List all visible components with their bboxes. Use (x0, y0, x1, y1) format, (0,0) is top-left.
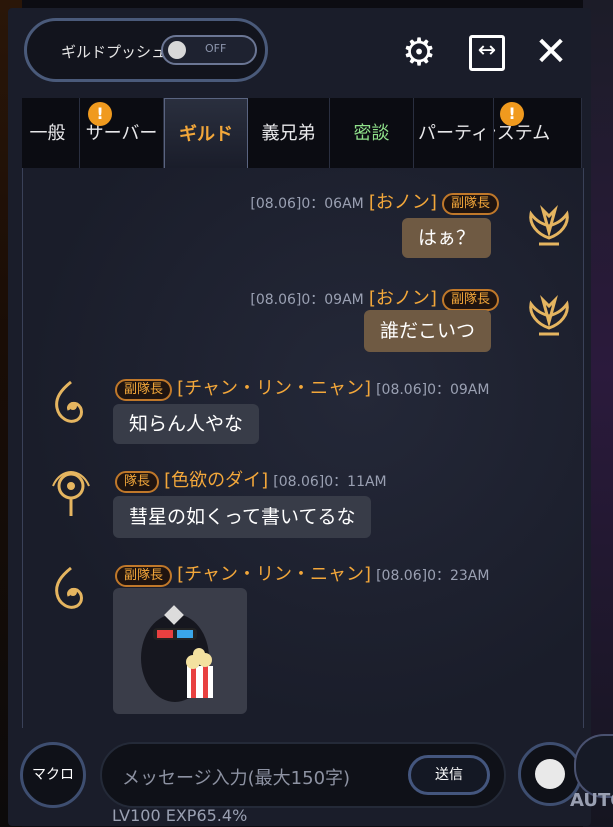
close-icon[interactable]: ✕ (532, 32, 570, 72)
rank-badge: 副隊長 (441, 192, 499, 215)
message-timestamp: [08.06]0：06AM (250, 196, 364, 212)
tab-system[interactable]: システム ! (494, 98, 582, 168)
macro-button[interactable]: マクロ (20, 742, 86, 808)
message-timestamp: [08.06]0：09AM (376, 382, 490, 398)
sender-name[interactable]: [おノン] (369, 288, 437, 309)
tab-guild[interactable]: ギルド (164, 98, 248, 168)
message-header: 副隊長 [チャン・リン・ニャン] [08.06]0：23AM (115, 560, 489, 587)
level-exp-text: LV100 EXP65.4% (112, 806, 248, 825)
sender-name[interactable]: [チャン・リン・ニャン] (177, 564, 371, 585)
rank-badge: 隊長 (115, 470, 160, 493)
gear-icon[interactable]: ⚙ (400, 33, 438, 71)
message-header: [08.06]0：09AM [おノン] 副隊長 (250, 284, 499, 311)
tab-label: 義兄弟 (261, 123, 316, 144)
popcorn-character-sticker (141, 605, 213, 702)
message-header: 副隊長 [チャン・リン・ニャン] [08.06]0：09AM (115, 374, 489, 401)
auto-label: AUTO (570, 790, 613, 811)
chat-tab-bar: 一般 サーバー ! ギルド 義兄弟 密談 パーティ システム ! (22, 98, 582, 169)
tab-label: サーバー (85, 123, 158, 144)
message-header: 隊長 [色欲のダイ] [08.06]0：11AM (115, 466, 387, 493)
tab-party[interactable]: パーティ (414, 98, 494, 168)
tab-sworn-siblings[interactable]: 義兄弟 (248, 98, 330, 168)
tab-label: システム (494, 123, 551, 144)
toggle-knob (168, 41, 186, 59)
message-timestamp: [08.06]0：09AM (250, 292, 364, 308)
tab-label: ギルド (179, 124, 233, 145)
sender-name[interactable]: [色欲のダイ] (164, 470, 268, 491)
guild-push-toggle[interactable]: OFF (161, 35, 257, 65)
member-avatar[interactable] (43, 562, 99, 618)
tab-label: 密談 (353, 123, 390, 144)
expand-horizontal-icon[interactable]: ↔ (469, 35, 505, 71)
guild-emblem-avatar (529, 204, 569, 246)
rank-badge: 副隊長 (115, 378, 173, 401)
message-timestamp: [08.06]0：11AM (273, 474, 387, 490)
rank-badge: 副隊長 (441, 288, 499, 311)
message-input-placeholder: メッセージ入力(最大150字) (122, 768, 351, 789)
member-avatar[interactable] (43, 464, 99, 520)
message-bubble: 彗星の如くって書いてるな (113, 496, 372, 538)
tab-general[interactable]: 一般 (22, 98, 80, 168)
emoji-face-icon (535, 759, 565, 789)
sender-name[interactable]: [おノン] (369, 192, 437, 213)
member-avatar[interactable] (43, 376, 99, 432)
tab-server[interactable]: サーバー ! (80, 98, 164, 168)
message-timestamp: [08.06]0：23AM (376, 568, 490, 584)
message-bubble: 誰だこいつ (363, 310, 491, 352)
guild-emblem-avatar (529, 294, 569, 336)
tab-whisper[interactable]: 密談 (330, 98, 414, 168)
notification-badge: ! (88, 102, 112, 126)
message-header: [08.06]0：06AM [おノン] 副隊長 (250, 188, 499, 215)
guild-push-control: ギルドプッシュ OFF (24, 18, 268, 82)
tab-label: パーティ (418, 123, 489, 144)
chat-message-list[interactable]: [08.06]0：06AM [おノン] 副隊長 はぁ？ [08.06]0：09A… (22, 168, 584, 728)
tab-label: 一般 (29, 123, 66, 144)
rank-badge: 副隊長 (115, 564, 173, 587)
sticker-message[interactable] (113, 588, 247, 714)
toggle-state-label: OFF (205, 42, 227, 55)
sender-name[interactable]: [チャン・リン・ニャン] (177, 378, 371, 399)
message-bubble: 知らん人やな (113, 404, 260, 444)
message-input-field[interactable]: メッセージ入力(最大150字) 送信 (100, 742, 506, 808)
notification-badge: ! (500, 102, 524, 126)
guild-push-label: ギルドプッシュ (61, 43, 167, 61)
send-button[interactable]: 送信 (408, 755, 490, 795)
message-bubble: はぁ？ (401, 218, 491, 258)
